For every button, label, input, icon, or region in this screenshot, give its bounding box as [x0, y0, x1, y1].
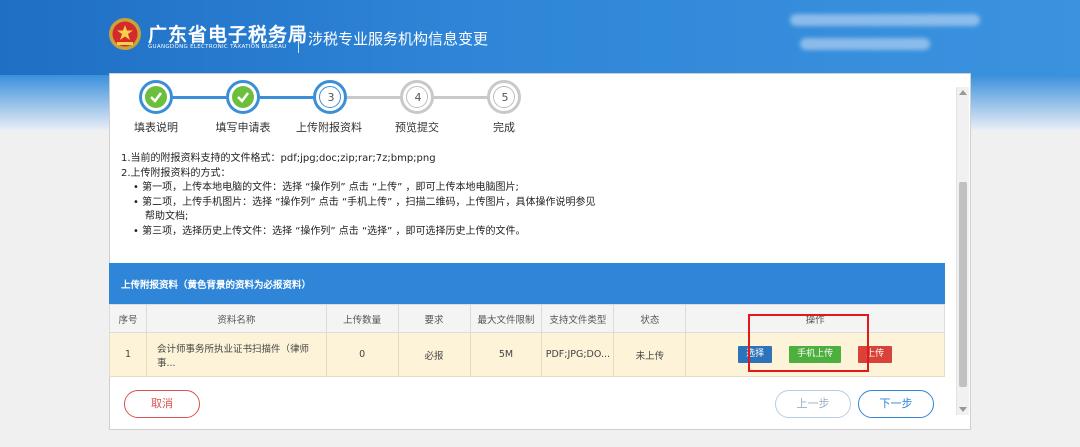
- step-5-number: 5: [501, 91, 509, 104]
- instruction-bullet-2: • 第二项，上传手机图片：选择 “操作列” 点击 “手机上传” ，扫描二维码，上…: [133, 196, 596, 208]
- step-3-circle: 3: [313, 80, 347, 114]
- vertical-scrollbar[interactable]: [956, 87, 969, 415]
- col-file-types: 支持文件类型: [541, 304, 615, 333]
- row-index: 1: [109, 332, 147, 377]
- row-max-size: 5M: [469, 332, 543, 377]
- upload-instructions: 1.当前的附报资料支持的文件格式：pdf;jpg;doc;zip;rar;7z;…: [121, 152, 641, 239]
- row-requirement: 必报: [397, 332, 471, 377]
- blurred-user-info: [790, 14, 980, 26]
- tax-bureau-emblem-icon: [109, 18, 141, 50]
- check-icon: [237, 92, 249, 103]
- step-4-circle: 4: [400, 80, 434, 114]
- upload-section-header: 上传附报资料（黄色背景的资料为必报资料）: [109, 263, 945, 304]
- instruction-bullet-3: • 第三项，选择历史上传文件：选择 “操作列” 点击 “选择” ，即可选择历史上…: [133, 225, 526, 237]
- row-status: 未上传: [613, 332, 687, 377]
- blurred-user-info-2: [800, 38, 930, 50]
- step-3-number: 3: [327, 91, 335, 104]
- row-upload-count: 0: [325, 332, 399, 377]
- scroll-down-icon[interactable]: [959, 407, 967, 412]
- scroll-thumb[interactable]: [959, 182, 967, 387]
- action-highlight-box: [748, 314, 869, 372]
- step-4-number: 4: [414, 91, 422, 104]
- step-5-label: 完成: [493, 121, 515, 134]
- step-5-circle: 5: [487, 80, 521, 114]
- brand-title: 广东省电子税务局: [148, 24, 309, 46]
- header-divider: [298, 25, 299, 53]
- col-requirement: 要求: [397, 304, 471, 333]
- row-document-name: 会计师事务所执业证书扫描件（律师事...: [145, 332, 327, 377]
- step-connector-4: [432, 96, 489, 99]
- step-4-label: 预览提交: [395, 121, 439, 134]
- page-title: 涉税专业服务机构信息变更: [308, 30, 489, 48]
- check-icon: [150, 92, 162, 103]
- step-connector-3: [345, 96, 402, 99]
- step-1-circle: [139, 80, 173, 114]
- brand-subtitle: GUANGDONG ELECTRONIC TAXATION BUREAU: [148, 44, 287, 50]
- next-step-button[interactable]: 下一步: [858, 390, 934, 418]
- cancel-button[interactable]: 取消: [124, 390, 200, 418]
- upload-section-title: 上传附报资料（黄色背景的资料为必报资料）: [121, 280, 312, 291]
- instruction-bullet-1: • 第一项，上传本地电脑的文件：选择 “操作列” 点击 “上传” ，即可上传本地…: [133, 182, 519, 193]
- row-file-types: PDF;JPG;DO...: [541, 332, 615, 377]
- step-connector-1: [171, 96, 228, 99]
- scroll-up-icon[interactable]: [959, 90, 967, 95]
- instruction-line-1: 1.当前的附报资料支持的文件格式：pdf;jpg;doc;zip;rar;7z;…: [121, 153, 436, 164]
- previous-step-button[interactable]: 上一步: [775, 390, 851, 418]
- col-status: 状态: [613, 304, 687, 333]
- col-count: 上传数量: [325, 304, 399, 333]
- step-connector-2: [258, 96, 315, 99]
- col-max-size: 最大文件限制: [469, 304, 543, 333]
- col-name: 资料名称: [145, 304, 327, 333]
- step-1-label: 填表说明: [134, 121, 178, 134]
- step-2-circle: [226, 80, 260, 114]
- top-header: 广东省电子税务局 GUANGDONG ELECTRONIC TAXATION B…: [0, 0, 1080, 75]
- help-doc-link[interactable]: 帮助文档;: [121, 210, 641, 225]
- col-index: 序号: [109, 304, 147, 333]
- step-3-label: 上传附报资料: [296, 121, 362, 134]
- instruction-line-2: 2.上传附报资料的方式：: [121, 167, 231, 179]
- step-2-label: 填写申请表: [215, 121, 271, 134]
